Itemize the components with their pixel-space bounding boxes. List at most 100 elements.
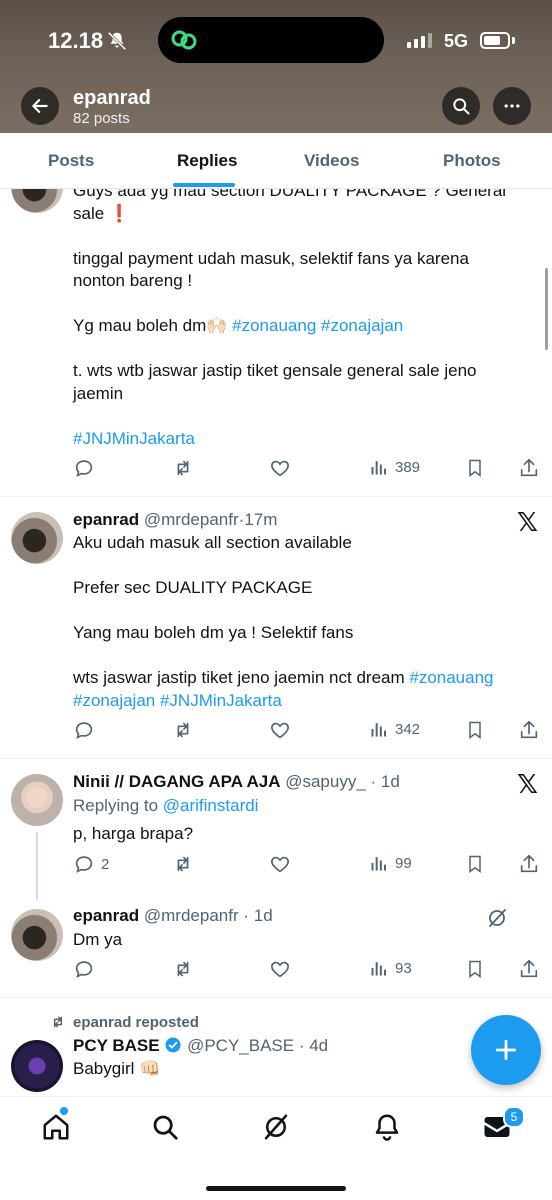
share-button[interactable] [518, 719, 540, 741]
reply-icon [75, 460, 93, 477]
avatar[interactable] [11, 1040, 63, 1092]
tweet-paragraph: tinggal payment udah masuk, selektif fan… [73, 248, 469, 291]
share-button[interactable] [518, 958, 540, 980]
divider [0, 997, 552, 998]
timeline[interactable]: Guys ada yg mau section DUALITY PACKAGE … [0, 189, 552, 1096]
reply-button[interactable] [73, 457, 95, 479]
divider [0, 758, 552, 759]
nav-grok[interactable] [261, 1112, 291, 1142]
repost-icon [177, 722, 189, 738]
verified-icon [165, 1037, 181, 1053]
avatar[interactable] [11, 909, 63, 961]
hashtag-link[interactable]: #zonauang #zonajajan [232, 316, 403, 335]
avatar[interactable] [11, 512, 63, 564]
repost-label[interactable]: epanrad reposted [73, 1014, 199, 1031]
nav-notifications[interactable] [372, 1112, 402, 1142]
handle[interactable]: @mrdepanfr [144, 510, 239, 529]
signal-icon [407, 33, 432, 48]
tweet-actions: 93 [73, 958, 543, 984]
handle[interactable]: @mrdepanfr [144, 906, 239, 925]
bookmark-button[interactable] [465, 853, 485, 875]
handle[interactable]: @PCY_BASE [187, 1036, 294, 1055]
tweet-text: p, harga brapa? [73, 824, 194, 843]
home-indicator [206, 1186, 346, 1191]
like-button[interactable] [269, 457, 291, 479]
tweet-paragraph: Prefer sec DUALITY PACKAGE [73, 578, 313, 597]
avatar[interactable] [11, 189, 63, 213]
search-button[interactable] [442, 87, 480, 125]
timestamp[interactable]: 1d [254, 906, 273, 925]
timestamp[interactable]: 17m [244, 510, 277, 529]
hashtag-link[interactable]: #zonajajan #JNJMinJakarta [73, 691, 282, 710]
back-arrow-icon [32, 99, 48, 113]
reply-icon [75, 856, 93, 873]
reply-button[interactable]: 2 [73, 853, 109, 875]
repost-button[interactable] [171, 853, 195, 875]
tab-videos[interactable]: Videos [304, 151, 359, 171]
display-name[interactable]: epanrad [73, 906, 139, 925]
tab-photos[interactable]: Photos [443, 151, 501, 171]
reply-icon [75, 722, 93, 739]
tweet-paragraph: t. wts wtb jaswar jastip tiket gensale g… [73, 361, 477, 403]
timestamp[interactable]: 1d [381, 772, 400, 791]
tweet-text: Guys ada yg mau section DUALITY PACKAGE … [73, 189, 538, 450]
mention-link[interactable]: @arifinstardi [163, 796, 259, 815]
compose-button[interactable] [471, 1015, 541, 1085]
tab-posts[interactable]: Posts [48, 151, 94, 171]
like-icon [271, 961, 289, 978]
repost-button[interactable] [171, 457, 195, 479]
like-button[interactable] [269, 853, 291, 875]
share-icon [520, 854, 538, 873]
avatar[interactable] [11, 774, 63, 826]
views-icon [371, 857, 386, 871]
messages-badge: 5 [503, 1106, 525, 1128]
like-button[interactable] [269, 958, 291, 980]
profile-name: epanrad [73, 87, 151, 109]
dynamic-island [158, 17, 384, 63]
bookmark-button[interactable] [465, 719, 485, 741]
notifications-icon [375, 1114, 399, 1141]
more-button[interactable] [493, 87, 531, 125]
tweet-paragraph: wts jaswar jastip tiket jeno jaemin nct … [73, 668, 410, 687]
share-button[interactable] [518, 457, 540, 479]
tweet-line: Guys ada yg mau section DUALITY PACKAGE … [73, 189, 507, 200]
post-count: 82 posts [73, 110, 130, 127]
reply-button[interactable] [73, 719, 95, 741]
views-button[interactable]: 389 [369, 457, 420, 477]
tweet-line: sale ❗ [73, 203, 131, 223]
handle[interactable]: @sapuyy_ [285, 772, 366, 791]
display-name[interactable]: PCY BASE [73, 1036, 160, 1055]
tweet-header: Ninii // DAGANG APA AJA @sapuyy_ · 1d [73, 772, 400, 792]
tab-replies[interactable]: Replies [177, 151, 237, 171]
display-name[interactable]: Ninii // DAGANG APA AJA [73, 772, 280, 791]
divider [0, 496, 552, 497]
bookmark-button[interactable] [465, 958, 485, 980]
bookmark-button[interactable] [465, 457, 485, 479]
scrollbar[interactable] [545, 268, 548, 350]
home-icon [43, 1114, 69, 1140]
tweet-header: epanrad @mrdepanfr·17m [73, 510, 277, 530]
reply-button[interactable] [73, 958, 95, 980]
hashtag-link[interactable]: #JNJMinJakarta [73, 429, 195, 448]
back-button[interactable] [21, 87, 59, 125]
repost-button[interactable] [171, 958, 195, 980]
timestamp[interactable]: 4d [309, 1036, 328, 1055]
views-button[interactable]: 99 [369, 853, 412, 873]
nav-home[interactable] [41, 1112, 71, 1142]
tweet-actions: 342 [73, 719, 543, 745]
hashtag-link[interactable]: #zonauang [409, 668, 493, 687]
repost-button[interactable] [171, 719, 195, 741]
share-button[interactable] [518, 853, 540, 875]
replying-to: Replying to @arifinstardi [73, 796, 258, 816]
views-button[interactable]: 342 [369, 719, 420, 739]
like-button[interactable] [269, 719, 291, 741]
tweet-text: Dm ya [73, 930, 123, 949]
views-button[interactable]: 93 [369, 958, 412, 978]
nav-search[interactable] [150, 1112, 180, 1142]
tweet-actions: 2 99 [73, 853, 543, 879]
display-name[interactable]: epanrad [73, 510, 139, 529]
grok-icon[interactable] [485, 906, 509, 930]
separator-dot: · [294, 1036, 310, 1055]
search-icon [453, 98, 470, 115]
grok-icon [264, 1114, 288, 1140]
